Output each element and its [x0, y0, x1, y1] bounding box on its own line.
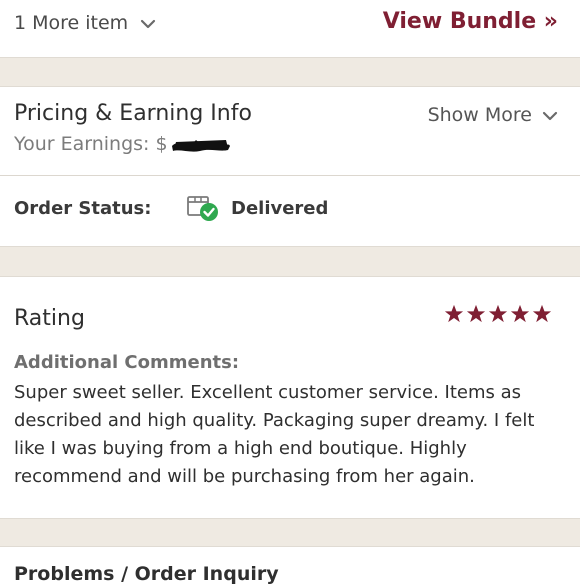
chevron-down-icon: [542, 104, 558, 126]
show-more-label: Show More: [427, 104, 532, 126]
order-status-label: Order Status:: [14, 198, 152, 219]
more-items-label: 1 More item: [14, 12, 129, 34]
bundle-summary-card: 1 More item View Bundle »: [0, 0, 580, 58]
show-more-toggle[interactable]: Show More: [428, 104, 558, 126]
star-icon: [466, 304, 486, 323]
pricing-title: Pricing & Earning Info: [14, 101, 252, 126]
package-delivered-icon: [186, 193, 220, 227]
section-divider: [0, 175, 580, 176]
earnings-row: Your Earnings: $: [14, 133, 232, 155]
more-items-toggle[interactable]: 1 More item: [14, 12, 156, 34]
additional-comments-text: Super sweet seller. Excellent customer s…: [14, 382, 535, 487]
rating-title: Rating: [14, 306, 85, 331]
star-icon: [488, 304, 508, 323]
problems-inquiry-card[interactable]: Problems / Order Inquiry: [0, 546, 580, 586]
additional-comments-label: Additional Comments:: [14, 352, 240, 373]
order-status-value: Delivered: [231, 198, 329, 219]
star-icon: [444, 304, 464, 323]
star-icon: [510, 304, 530, 323]
star-rating: [444, 304, 552, 323]
redaction-scribble: [170, 134, 232, 154]
chevron-down-icon: [140, 12, 156, 34]
view-bundle-link[interactable]: View Bundle »: [383, 9, 558, 34]
star-icon: [532, 304, 552, 323]
rating-card: Rating Additional Comments: Super sweet …: [0, 276, 580, 519]
earnings-label: Your Earnings: $: [14, 133, 168, 155]
problems-title: Problems / Order Inquiry: [14, 563, 279, 585]
pricing-earning-card: Pricing & Earning Info Your Earnings: $ …: [0, 86, 580, 247]
